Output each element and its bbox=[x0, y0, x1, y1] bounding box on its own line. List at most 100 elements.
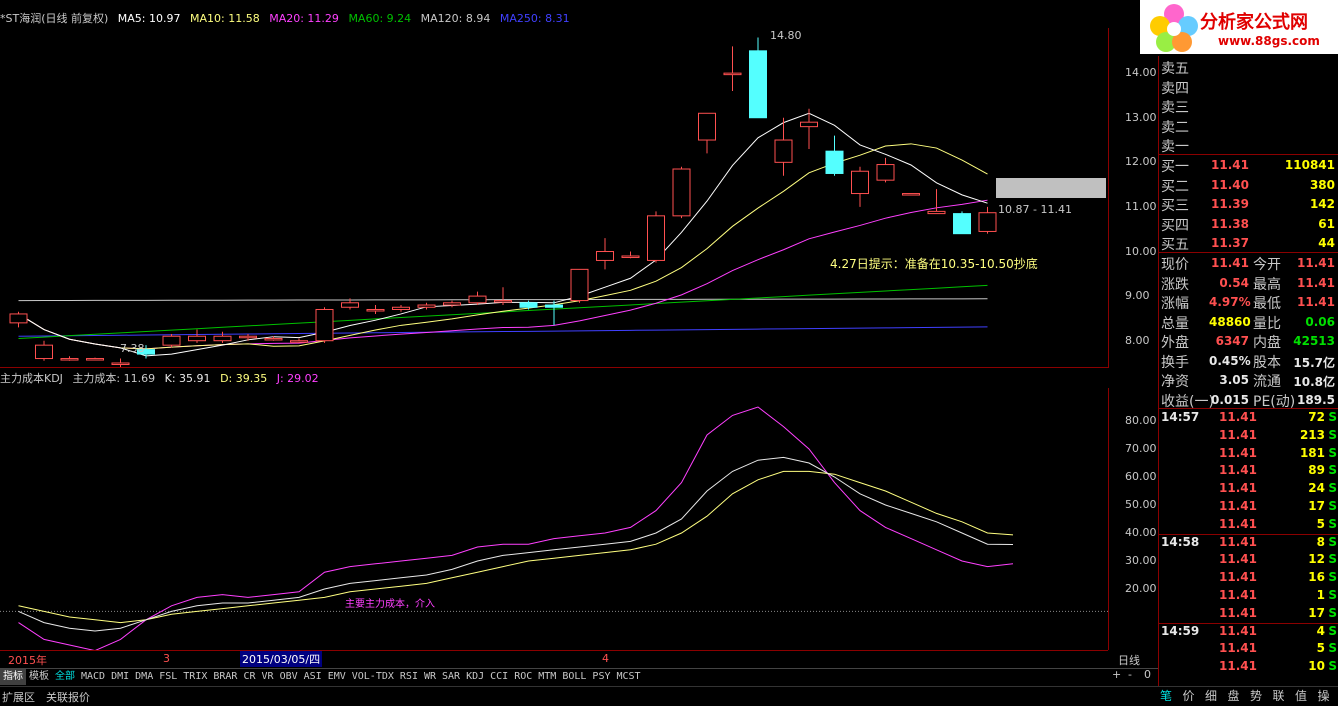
candle-body bbox=[621, 255, 640, 258]
tab-指标[interactable]: 指标 bbox=[0, 669, 26, 685]
buy-level[interactable]: 买四 11.38 61 bbox=[1159, 215, 1338, 234]
status-related-quote[interactable]: 关联报价 bbox=[46, 689, 90, 705]
x-month-4: 4 bbox=[602, 652, 609, 665]
tab-mtm[interactable]: MTM bbox=[535, 669, 559, 685]
trade-side: S bbox=[1328, 605, 1337, 620]
quote-value: 6347 bbox=[1215, 334, 1249, 348]
trade-price: 11.41 bbox=[1219, 463, 1257, 478]
buy-level[interactable]: 买五 11.37 44 bbox=[1159, 234, 1338, 253]
quote-row[interactable]: 涨跌 0.54 最高 11.41 bbox=[1159, 274, 1338, 293]
candlestick-chart[interactable] bbox=[0, 28, 1108, 368]
trade-side: S bbox=[1328, 623, 1337, 638]
tab-wr[interactable]: WR bbox=[421, 669, 439, 685]
tab-rsi[interactable]: RSI bbox=[397, 669, 421, 685]
quote-row[interactable]: 收益(一) 0.015 PE(动) 189.5 bbox=[1159, 391, 1338, 410]
candle-body bbox=[111, 362, 130, 365]
tab-模板[interactable]: 模板 bbox=[26, 669, 52, 685]
tab-kdj[interactable]: KDJ bbox=[463, 669, 487, 685]
trade-side: S bbox=[1328, 463, 1337, 478]
reset-button[interactable]: 0 bbox=[1144, 668, 1151, 681]
tab-fsl[interactable]: FSL bbox=[156, 669, 180, 685]
quote-row[interactable]: 换手 0.45% 股本 15.7亿 bbox=[1159, 352, 1338, 371]
sell-level[interactable]: 卖三 bbox=[1159, 97, 1338, 116]
sell-level-label: 卖一 bbox=[1161, 139, 1189, 155]
trade-side: S bbox=[1328, 427, 1337, 442]
tab-vol-tdx[interactable]: VOL-TDX bbox=[349, 669, 397, 685]
trade-price: 11.41 bbox=[1219, 659, 1257, 674]
tab-obv[interactable]: OBV bbox=[277, 669, 301, 685]
trade-price: 11.41 bbox=[1219, 534, 1257, 549]
buy-level[interactable]: 买三 11.39 142 bbox=[1159, 195, 1338, 214]
quote-row[interactable]: 外盘 6347 内盘 42513 bbox=[1159, 332, 1338, 351]
trade-side: S bbox=[1328, 588, 1337, 602]
zoom-out-button[interactable]: - bbox=[1128, 668, 1132, 681]
tab-dma[interactable]: DMA bbox=[132, 669, 156, 685]
buy-level[interactable]: 买一 11.41 110841 bbox=[1159, 156, 1338, 175]
status-ext-area[interactable]: 扩展区 bbox=[2, 689, 35, 705]
logo-url: www.88gs.com bbox=[1218, 34, 1320, 48]
quote-row[interactable]: 总量 48860 量比 0.06 bbox=[1159, 313, 1338, 332]
quote-label: 外盘 bbox=[1161, 335, 1189, 351]
zoom-in-button[interactable]: + bbox=[1112, 668, 1121, 681]
trade-row: 11.41 17 S bbox=[1159, 499, 1338, 517]
tab-asi[interactable]: ASI bbox=[301, 669, 325, 685]
tab-psy[interactable]: PSY bbox=[589, 669, 613, 685]
buy-level[interactable]: 买二 11.40 380 bbox=[1159, 176, 1338, 195]
site-logo: 分析家公式网 www.88gs.com bbox=[1140, 0, 1338, 54]
tab-vr[interactable]: VR bbox=[259, 669, 277, 685]
side-tab-5[interactable]: 联 bbox=[1273, 687, 1285, 704]
candle-body bbox=[774, 139, 793, 163]
ma250-line bbox=[18, 326, 988, 337]
candle-body bbox=[86, 358, 104, 361]
quote-row[interactable]: 现价 11.41 今开 11.41 bbox=[1159, 254, 1338, 273]
tab-cci[interactable]: CCI bbox=[487, 669, 511, 685]
quote-value: 11.41 bbox=[1297, 275, 1335, 290]
tab-roc[interactable]: ROC bbox=[511, 669, 535, 685]
sell-level[interactable]: 卖二 bbox=[1159, 117, 1338, 136]
quote-value: 0.45% bbox=[1209, 353, 1251, 368]
price-tick: 11.00 bbox=[1125, 199, 1157, 213]
kdj-tick: 80.00 bbox=[1125, 414, 1157, 427]
side-tab-0[interactable]: 笔 bbox=[1160, 687, 1172, 704]
side-tab-6[interactable]: 值 bbox=[1295, 687, 1307, 704]
ma10-label: MA10: 11.58 bbox=[190, 12, 260, 25]
tab-emv[interactable]: EMV bbox=[325, 669, 349, 685]
trade-side: S bbox=[1328, 410, 1337, 424]
tab-mcst[interactable]: MCST bbox=[613, 669, 643, 685]
side-tab-1[interactable]: 价 bbox=[1183, 687, 1195, 704]
sell-level[interactable]: 卖五 bbox=[1159, 58, 1338, 77]
trade-price: 11.41 bbox=[1219, 605, 1257, 620]
tab-cr[interactable]: CR bbox=[240, 669, 258, 685]
trade-price: 11.41 bbox=[1219, 623, 1257, 638]
ma60-label: MA60: 9.24 bbox=[348, 12, 412, 25]
chart-area[interactable]: *ST海润(日线 前复权) MA5: 10.97 MA10: 11.58 MA2… bbox=[0, 0, 1108, 668]
kdj-chart[interactable] bbox=[0, 388, 1108, 650]
kdj-tick: 70.00 bbox=[1125, 442, 1157, 455]
side-tab-4[interactable]: 势 bbox=[1250, 687, 1262, 704]
candle-body bbox=[341, 302, 359, 308]
kdj-tick: 40.00 bbox=[1125, 526, 1157, 539]
candle-body bbox=[953, 213, 971, 235]
tab-macd[interactable]: MACD bbox=[78, 669, 108, 685]
tab-sar[interactable]: SAR bbox=[439, 669, 463, 685]
tab-trix[interactable]: TRIX bbox=[180, 669, 210, 685]
tab-boll[interactable]: BOLL bbox=[559, 669, 589, 685]
period-label[interactable]: 日线 bbox=[1118, 652, 1140, 668]
sell-level[interactable]: 卖四 bbox=[1159, 78, 1338, 97]
tab-全部[interactable]: 全部 bbox=[52, 669, 78, 685]
sell-level[interactable]: 卖一 bbox=[1159, 136, 1338, 155]
candle-body bbox=[698, 112, 716, 141]
candle-body bbox=[749, 50, 767, 119]
trade-side: S bbox=[1328, 516, 1337, 531]
side-tab-7[interactable]: 操 bbox=[1318, 687, 1330, 704]
quote-row[interactable]: 净资 3.05 流通 10.8亿 bbox=[1159, 371, 1338, 390]
trade-volume: 5 bbox=[1316, 516, 1325, 531]
kdj-k: K: 35.91 bbox=[164, 372, 211, 385]
side-tab-3[interactable]: 盘 bbox=[1228, 687, 1240, 704]
trade-volume: 10 bbox=[1308, 659, 1325, 674]
tab-dmi[interactable]: DMI bbox=[108, 669, 132, 685]
quote-row[interactable]: 涨幅 4.97% 最低 11.41 bbox=[1159, 293, 1338, 312]
cross-annotation: 主要主力成本，介入 bbox=[345, 599, 435, 610]
side-tab-2[interactable]: 细 bbox=[1205, 687, 1217, 704]
tab-brar[interactable]: BRAR bbox=[210, 669, 240, 685]
